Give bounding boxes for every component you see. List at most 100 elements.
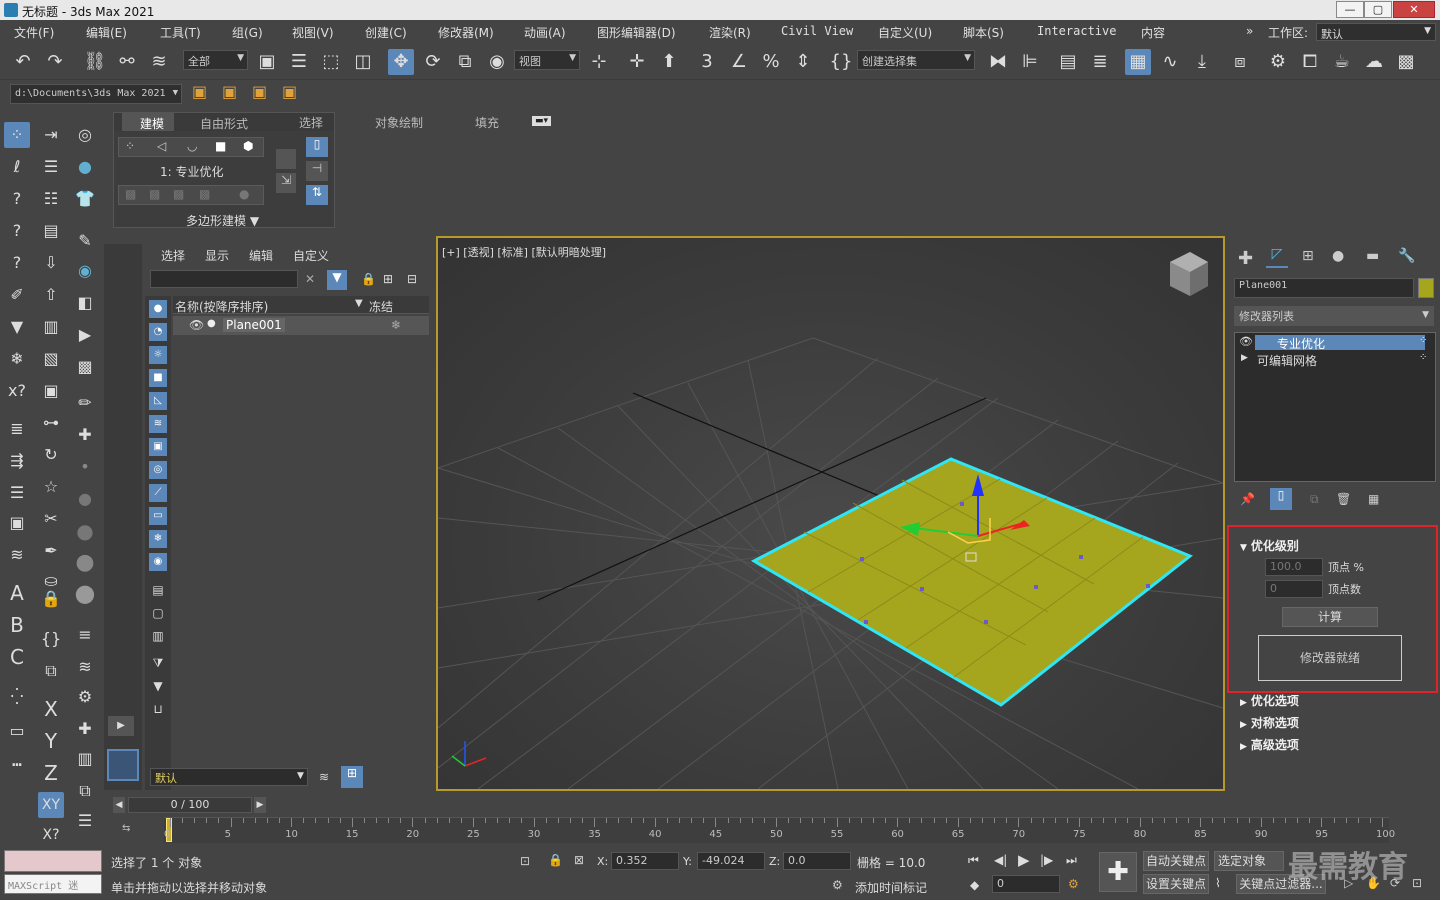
- stack-item-config-icon[interactable]: ⁘: [1419, 352, 1427, 363]
- preview-ignore-icon[interactable]: ▩: [199, 187, 210, 201]
- element-icon[interactable]: ⬢: [243, 139, 253, 153]
- layer-dropdown[interactable]: 默认: [150, 768, 308, 786]
- menu-tools[interactable]: 工具(T): [160, 24, 201, 41]
- axis-xy-icon[interactable]: XY: [38, 792, 64, 818]
- axis-z-icon[interactable]: Z: [38, 760, 64, 786]
- absolute-mode-icon[interactable]: ⊠: [574, 853, 584, 867]
- configure-sets-icon[interactable]: ▦: [1368, 492, 1379, 506]
- create-project-icon[interactable]: ▣: [222, 82, 244, 104]
- preview-off-icon[interactable]: ▩: [125, 187, 136, 201]
- lock-icon[interactable]: 🔒: [361, 272, 376, 286]
- y-coordinate-field[interactable]: -49.024: [697, 852, 765, 870]
- filter-spacewarps-icon[interactable]: ≋: [149, 415, 167, 433]
- layer-explorer-icon[interactable]: ≣: [1087, 49, 1113, 75]
- unlink-icon[interactable]: ⚯: [114, 49, 140, 75]
- filter-bones-icon[interactable]: ⟋: [149, 484, 167, 502]
- filter-funnel-2-icon[interactable]: ▼: [149, 679, 167, 697]
- open-project-icon[interactable]: ▣: [252, 82, 274, 104]
- time-ruler[interactable]: 0 5 10 15 20 25 30 35 40 45 50 55 60 65 70 75 80 85 90 95 10…: [164, 817, 1395, 843]
- add-time-tag[interactable]: 添加时间标记: [855, 879, 927, 896]
- scene-tab-customize[interactable]: 自定义: [293, 247, 329, 264]
- rotate-view-icon[interactable]: ↻: [38, 442, 64, 468]
- view-cube[interactable]: [1170, 252, 1208, 296]
- render-map-icon[interactable]: ▩: [72, 354, 98, 380]
- selected-objects-dropdown[interactable]: 选定对象: [1214, 851, 1284, 871]
- render-setup-icon[interactable]: ⚙: [1265, 49, 1291, 75]
- filter-frozen-icon[interactable]: ❄: [149, 530, 167, 548]
- layer-stack-icon[interactable]: ☰: [4, 480, 30, 506]
- trash-stack-icon[interactable]: ▥: [72, 746, 98, 772]
- hierarchy-toggle-icon[interactable]: ⊞: [341, 766, 363, 788]
- hide-icon[interactable]: ▧: [38, 346, 64, 372]
- goto-end-icon[interactable]: ⏭: [1066, 853, 1077, 868]
- menu-file[interactable]: 文件(F): [14, 24, 54, 41]
- menu-create[interactable]: 创建(C): [365, 24, 407, 41]
- rendered-frame-window-icon[interactable]: ⧠: [1297, 49, 1323, 75]
- pivot-center-icon[interactable]: ⊹: [586, 49, 612, 75]
- auto-key-button[interactable]: 自动关键点: [1143, 851, 1209, 871]
- col-freeze-header[interactable]: 冻结: [369, 298, 393, 315]
- play-icon[interactable]: ▶: [1018, 851, 1030, 869]
- stack-gear-icon[interactable]: ⚙: [72, 684, 98, 710]
- expand-arrow-icon[interactable]: ▶: [1241, 353, 1248, 363]
- tab-object-paint[interactable]: 对象绘制: [375, 114, 423, 131]
- keyboard-shortcut-icon[interactable]: ⬆: [656, 49, 682, 75]
- edge-ring-icon[interactable]: ?: [4, 218, 30, 244]
- filter-xrefs-icon[interactable]: ◎: [149, 461, 167, 479]
- edit-mode-icon[interactable]: ◧: [72, 290, 98, 316]
- close-button[interactable]: ✕: [1393, 1, 1435, 18]
- selection-filter-dropdown[interactable]: 全部 ▼: [183, 50, 248, 70]
- stack-layers-icon[interactable]: ≡: [72, 622, 98, 648]
- rect-selection-icon[interactable]: ⬚: [318, 49, 344, 75]
- redo-icon[interactable]: ↷: [42, 49, 68, 75]
- frame-slider[interactable]: 0 / 100: [128, 797, 252, 813]
- sphere-icon[interactable]: ◉: [72, 258, 98, 284]
- utilities-tab-icon[interactable]: 🔧: [1398, 248, 1415, 264]
- scene-search-input[interactable]: [150, 270, 298, 288]
- curly-braces-icon[interactable]: {}: [38, 626, 64, 652]
- ribbon-right-icon-2[interactable]: ⊣: [306, 161, 328, 181]
- display-tab-icon[interactable]: ▬: [1366, 248, 1379, 264]
- minimize-button[interactable]: —: [1336, 1, 1364, 18]
- select-place-icon[interactable]: ◉: [484, 49, 510, 75]
- curve-editor-icon[interactable]: ∿: [1157, 49, 1183, 75]
- menu-animation[interactable]: 动画(A): [524, 24, 566, 41]
- vertex-icon[interactable]: ⁘: [125, 139, 135, 153]
- modify-tab-icon[interactable]: ◸: [1266, 246, 1288, 268]
- xform-icon[interactable]: x?: [4, 378, 30, 404]
- layers-icon[interactable]: ≋: [4, 542, 30, 568]
- object-color-swatch[interactable]: [1418, 278, 1434, 298]
- calculate-button[interactable]: 计算: [1282, 607, 1378, 627]
- current-frame-field[interactable]: 0: [992, 875, 1060, 893]
- tshirt-icon[interactable]: 👕: [72, 186, 98, 212]
- menu-interactive[interactable]: Interactive: [1037, 24, 1116, 38]
- select-move-icon[interactable]: ✥: [388, 49, 414, 75]
- polygon-icon[interactable]: ■: [215, 139, 226, 153]
- rollout-symmetry-options[interactable]: ▶ 对称选项: [1236, 714, 1434, 732]
- menu-scripting[interactable]: 脚本(S): [963, 24, 1004, 41]
- play-object-icon[interactable]: ▶: [72, 322, 98, 348]
- schematic-view-icon[interactable]: ⤓: [1189, 49, 1215, 75]
- prev-frame-icon[interactable]: ◀: [113, 797, 125, 813]
- freeze-snowflake-icon[interactable]: ❄: [391, 318, 401, 332]
- list-stack-icon[interactable]: ☰: [72, 808, 98, 834]
- rollout-advanced-options[interactable]: ▶ 高级选项: [1236, 736, 1434, 754]
- axis-x-icon[interactable]: X: [38, 696, 64, 722]
- edge-icon[interactable]: ◁: [157, 139, 166, 153]
- scene-explorer-toggle-icon[interactable]: ▤: [1055, 49, 1081, 75]
- copy-icon[interactable]: ⧉: [38, 658, 64, 684]
- box-select-icon[interactable]: ▣: [4, 510, 30, 536]
- viewport-config-icon[interactable]: ◎: [72, 122, 98, 148]
- scene-tab-display[interactable]: 显示: [205, 247, 229, 264]
- undo-icon[interactable]: ↶: [10, 49, 36, 75]
- object-name-field[interactable]: Plane001: [1234, 278, 1414, 298]
- preview-multi-icon[interactable]: ▩: [173, 187, 184, 201]
- goto-start-icon[interactable]: ⏮: [968, 853, 979, 868]
- table-row[interactable]: 👁 ● Plane001 ❄: [173, 316, 429, 335]
- lasso-icon[interactable]: ℓ: [4, 154, 30, 180]
- time-config-icon[interactable]: ⚙: [1068, 877, 1079, 891]
- connect-icon[interactable]: ?: [4, 250, 30, 276]
- scene-tab-select[interactable]: 选择: [161, 247, 185, 264]
- paint-select-icon[interactable]: ✐: [4, 282, 30, 308]
- set-key-button[interactable]: 设置关键点: [1143, 874, 1209, 894]
